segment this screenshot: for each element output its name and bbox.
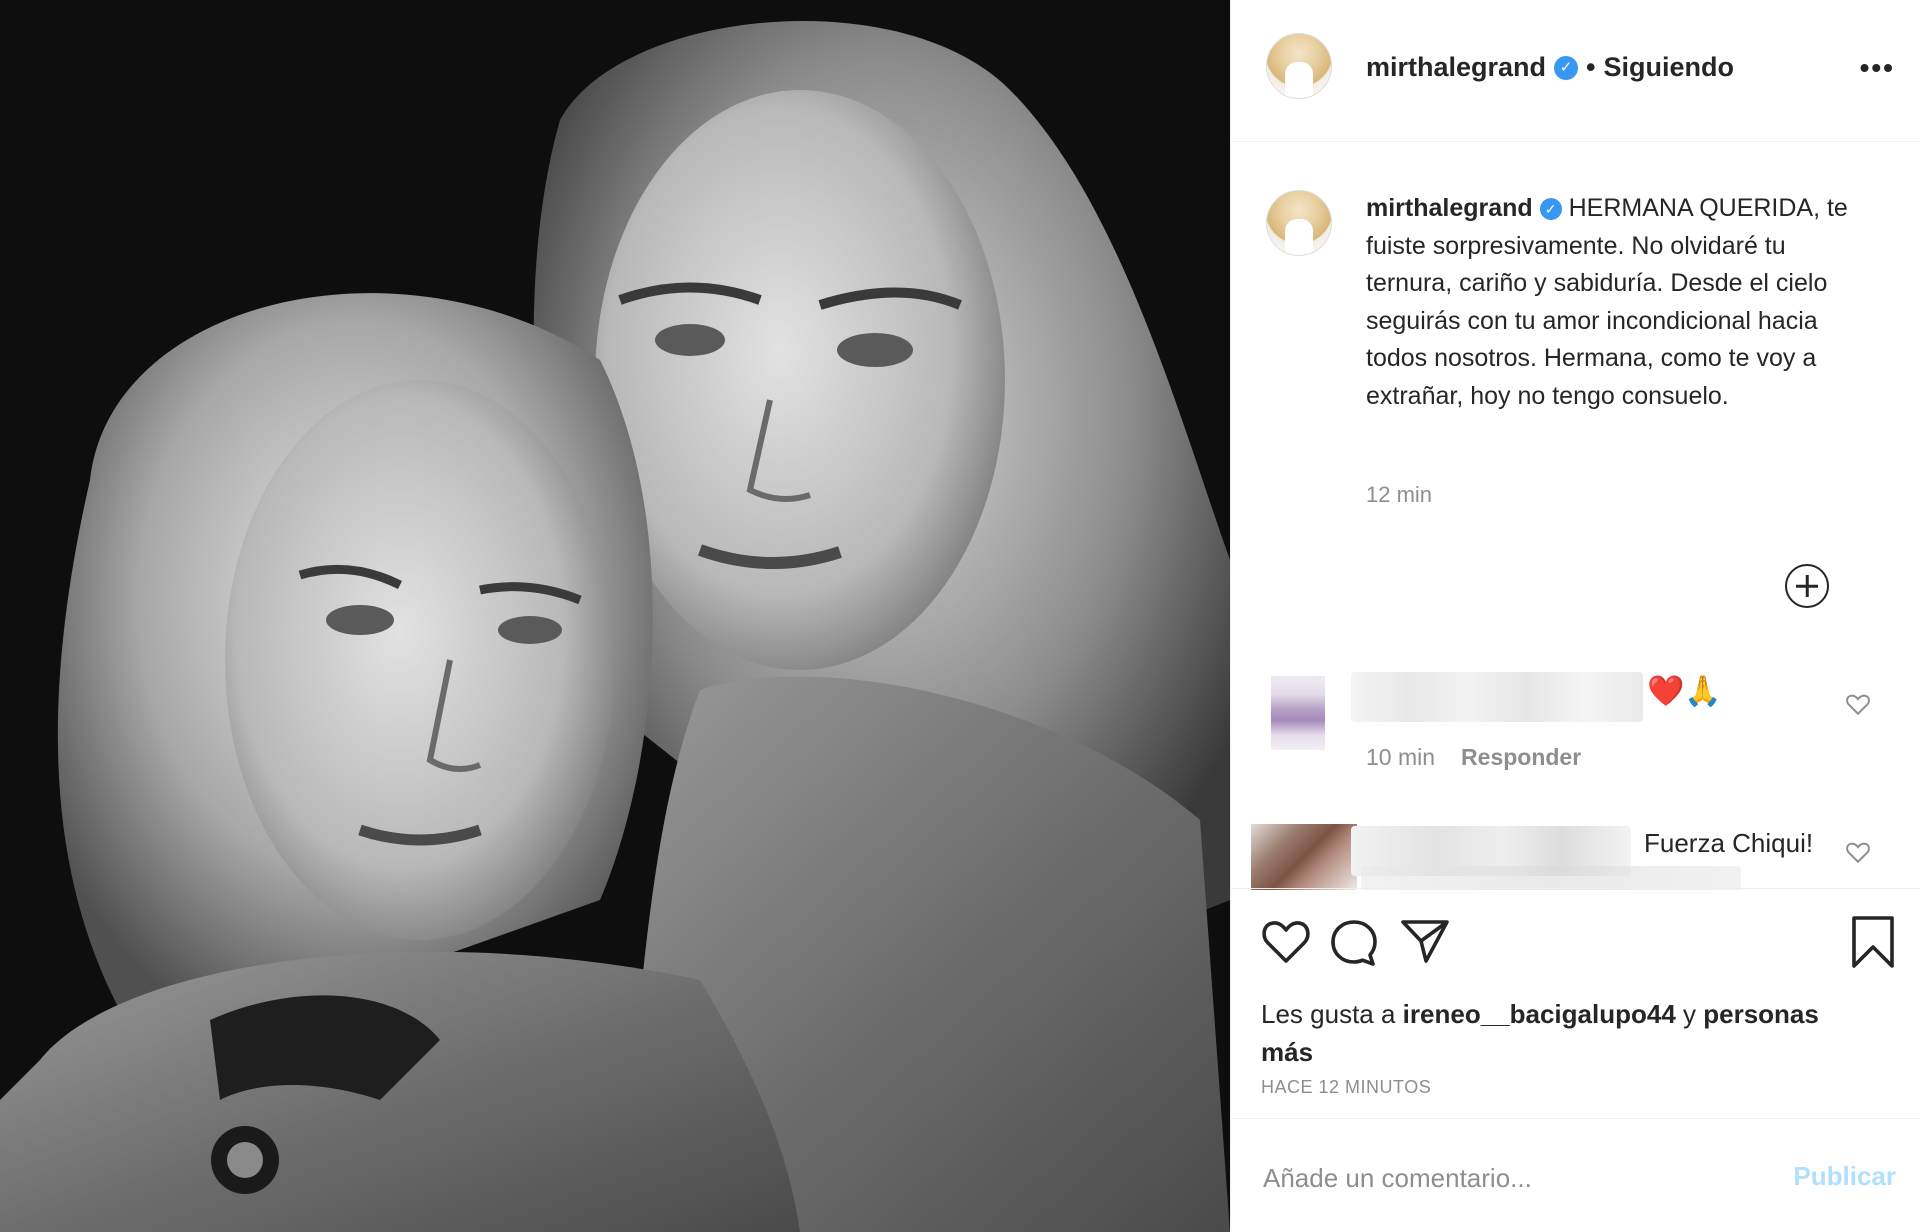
- comment-username-blurred[interactable]: [1351, 672, 1643, 722]
- comment-avatar[interactable]: [1271, 676, 1325, 750]
- comment-text: ❤️🙏: [1647, 675, 1722, 708]
- publish-button[interactable]: Publicar: [1793, 1161, 1896, 1192]
- plus-circle-icon[interactable]: [1785, 564, 1829, 608]
- post-actions: Les gusta a ireneo__bacigalupo44 y perso…: [1231, 888, 1920, 1118]
- bookmark-icon[interactable]: [1850, 915, 1896, 969]
- likes-middle: y: [1683, 999, 1697, 1029]
- post-sidebar: mirthalegrand ✓ • Siguiendo ••• mirthale…: [1230, 0, 1920, 1232]
- add-comment-bar: Publicar: [1231, 1118, 1920, 1232]
- comment-item: Fuerza Chiqui!: [1231, 810, 1920, 890]
- comment-icon[interactable]: [1328, 917, 1380, 969]
- instagram-post: mirthalegrand ✓ • Siguiendo ••• mirthale…: [0, 0, 1920, 1232]
- post-timestamp[interactable]: HACE 12 MINUTOS: [1261, 1077, 1431, 1098]
- comment-text-cut: [1361, 866, 1741, 890]
- comment-time[interactable]: 10 min: [1366, 744, 1435, 771]
- caption-time[interactable]: 12 min: [1366, 482, 1432, 508]
- likes-summary: Les gusta a ireneo__bacigalupo44 y perso…: [1261, 995, 1821, 1071]
- post-photo[interactable]: [0, 0, 1230, 1232]
- more-icon[interactable]: •••: [1860, 52, 1895, 84]
- likes-prefix: Les gusta a: [1261, 999, 1396, 1029]
- photo-two-women-portrait: [0, 0, 1230, 1232]
- username-link[interactable]: mirthalegrand: [1366, 52, 1546, 83]
- caption-body: HERMANA QUERIDA, te fuiste sorpresivamen…: [1366, 194, 1848, 410]
- post-header: mirthalegrand ✓ • Siguiendo •••: [1231, 0, 1920, 142]
- comment-text: Fuerza Chiqui!: [1644, 828, 1814, 858]
- verified-icon: ✓: [1554, 55, 1579, 80]
- likes-user-link[interactable]: ireneo__bacigalupo44: [1403, 999, 1676, 1029]
- follow-button[interactable]: Siguiendo: [1604, 52, 1735, 83]
- comment-input[interactable]: [1261, 1157, 1745, 1199]
- caption-username[interactable]: mirthalegrand: [1366, 194, 1533, 222]
- separator: •: [1586, 52, 1596, 82]
- header-user: mirthalegrand ✓ • Siguiendo: [1366, 52, 1734, 83]
- caption-text: mirthalegrand ✓ HERMANA QUERIDA, te fuis…: [1366, 190, 1866, 415]
- comment-avatar[interactable]: [1251, 824, 1357, 890]
- comment-heart-icon[interactable]: [1845, 692, 1871, 716]
- avatar[interactable]: [1266, 33, 1332, 99]
- verified-icon: ✓: [1539, 198, 1562, 220]
- comment-meta: 10 min Responder: [1366, 744, 1581, 771]
- comment-item: ❤️🙏 10 min Responder: [1231, 670, 1920, 780]
- comment-heart-icon[interactable]: [1845, 840, 1871, 864]
- caption-avatar[interactable]: [1266, 190, 1332, 256]
- reply-button[interactable]: Responder: [1461, 744, 1581, 771]
- heart-icon[interactable]: [1261, 917, 1311, 965]
- share-icon[interactable]: [1399, 917, 1451, 965]
